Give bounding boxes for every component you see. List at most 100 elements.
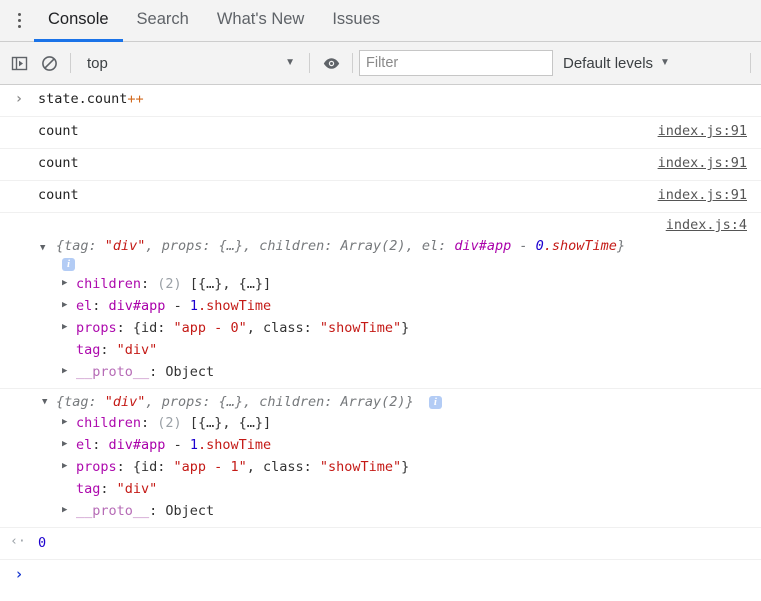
live-expression-eye-icon[interactable] xyxy=(316,48,346,78)
object-property-row[interactable]: ▶ props: {id: "app - 1", class: "showTim… xyxy=(0,456,761,478)
show-console-sidebar-icon[interactable] xyxy=(4,48,34,78)
object-property-row[interactable]: tag: "div" xyxy=(0,339,761,361)
clear-console-icon[interactable] xyxy=(34,48,64,78)
preview-sep: , xyxy=(242,238,260,254)
preview-sep: , xyxy=(242,394,260,410)
disclosure-triangle-expanded-icon[interactable]: ▼ xyxy=(40,239,45,258)
nested-obj-mid: , class: xyxy=(246,320,320,336)
toolbar-divider xyxy=(70,53,71,73)
property-separator: : xyxy=(116,459,133,475)
tab-label: Search xyxy=(136,10,189,28)
nested-obj-open: {id: xyxy=(132,459,174,475)
element-tag: div#app xyxy=(108,437,166,453)
disclosure-triangle-collapsed-icon[interactable]: ▶ xyxy=(62,274,67,293)
disclosure-triangle-collapsed-icon[interactable]: ▶ xyxy=(62,457,67,476)
prompt-chevron-icon: › xyxy=(14,565,24,583)
preview-value-tag: "div" xyxy=(104,394,146,410)
property-separator: : xyxy=(100,342,117,358)
console-log-row[interactable]: count index.js:91 xyxy=(0,117,761,149)
property-name: __proto__ xyxy=(76,364,150,380)
tab-label: Issues xyxy=(332,10,381,28)
object-preview-row[interactable]: ▼ {tag: "div", props: {…}, children: Arr… xyxy=(0,237,761,256)
property-separator: : xyxy=(141,415,158,431)
object-property-row[interactable]: tag: "div" xyxy=(0,478,761,500)
console-prompt-row[interactable]: › xyxy=(0,560,761,593)
disclosure-triangle-expanded-icon[interactable]: ▼ xyxy=(42,393,47,412)
preview-key-children: children: xyxy=(259,394,341,410)
log-levels-dropdown[interactable]: Default levels ▼ xyxy=(553,55,680,72)
element-number: 1 xyxy=(189,437,198,453)
tab-whats-new[interactable]: What's New xyxy=(203,0,319,42)
toolbar-divider xyxy=(309,53,310,73)
preview-el-number: 0 xyxy=(535,238,544,254)
object-info-badge-line: i xyxy=(0,256,761,273)
console-message-list[interactable]: › state.count++ count index.js:91 count … xyxy=(0,85,761,601)
toolbar-divider xyxy=(352,53,353,73)
array-length: (2) xyxy=(157,276,182,292)
preview-el-tag: div#app xyxy=(454,238,512,254)
property-value: Object xyxy=(165,364,215,380)
object-property-row-proto[interactable]: ▶ __proto__: Object xyxy=(0,361,761,383)
element-name: .showTime xyxy=(197,437,272,453)
element-name: .showTime xyxy=(197,298,272,314)
property-separator: : xyxy=(92,298,109,314)
property-separator: : xyxy=(149,364,166,380)
disclosure-triangle-collapsed-icon[interactable]: ▶ xyxy=(62,435,67,454)
brace-open: { xyxy=(56,394,65,410)
disclosure-triangle-collapsed-icon[interactable]: ▶ xyxy=(62,318,67,337)
tab-console[interactable]: Console xyxy=(34,0,123,42)
element-tag: div#app xyxy=(108,298,166,314)
execution-context-selector[interactable]: top ▼ xyxy=(77,50,303,76)
log-levels-label: Default levels xyxy=(563,54,654,72)
disclosure-triangle-collapsed-icon[interactable]: ▶ xyxy=(62,413,67,432)
object-preview-text: {tag: "div", props: {…}, children: Array… xyxy=(56,394,414,410)
eye-glyph xyxy=(323,57,339,69)
object-property-row[interactable]: ▶ el: div#app - 1.showTime xyxy=(0,434,761,456)
disclosure-triangle-collapsed-icon[interactable]: ▶ xyxy=(62,296,67,315)
source-link[interactable]: index.js:91 xyxy=(658,155,747,172)
object-preview-row[interactable]: ▼ {tag: "div", props: {…}, children: Arr… xyxy=(0,393,761,412)
preview-key-tag: tag: xyxy=(64,238,105,254)
object-property-row[interactable]: ▶ props: {id: "app - 0", class: "showTim… xyxy=(0,317,761,339)
disclosure-triangle-collapsed-icon[interactable]: ▶ xyxy=(62,362,67,381)
source-link[interactable]: index.js:4 xyxy=(666,217,747,234)
execution-context-value: top xyxy=(87,54,108,72)
console-log-row[interactable]: count index.js:91 xyxy=(0,181,761,213)
object-property-row-proto[interactable]: ▶ __proto__: Object xyxy=(0,500,761,522)
property-name: __proto__ xyxy=(76,503,150,519)
console-result-row: ‹· 0 xyxy=(0,528,761,560)
nested-obj-id: "app - 1" xyxy=(173,459,247,475)
preview-key-children: children: xyxy=(259,238,341,254)
info-icon[interactable]: i xyxy=(62,257,75,271)
info-icon[interactable]: i xyxy=(428,395,442,409)
input-code-main: state.count xyxy=(38,91,128,107)
nested-obj-close: } xyxy=(401,459,410,475)
property-value: [{…}, {…}] xyxy=(181,276,272,292)
preview-value-props: {…} xyxy=(218,238,243,254)
result-arrow-icon: ‹· xyxy=(10,534,26,549)
element-dash: - xyxy=(165,437,190,453)
array-length: (2) xyxy=(157,415,182,431)
preview-sep: , xyxy=(145,394,162,410)
preview-key-el: el: xyxy=(421,238,455,254)
devtools-console-panel: Console Search What's New Issues top ▼ F… xyxy=(0,0,761,601)
tab-search[interactable]: Search xyxy=(123,0,203,42)
object-property-row[interactable]: ▶ children: (2) [{…}, {…}] xyxy=(0,273,761,295)
filter-input[interactable] xyxy=(359,50,553,76)
nested-obj-class: "showTime" xyxy=(319,320,402,336)
ban-glyph xyxy=(41,55,57,71)
console-object-group: index.js:4 ▼ {tag: "div", props: {…}, ch… xyxy=(0,213,761,389)
preview-value-children: Array(2) xyxy=(340,394,406,410)
tab-issues[interactable]: Issues xyxy=(318,0,394,42)
console-input-echo-row[interactable]: › state.count++ xyxy=(0,85,761,117)
object-property-row[interactable]: ▶ el: div#app - 1.showTime xyxy=(0,295,761,317)
more-options-kebab-icon[interactable] xyxy=(4,0,34,41)
source-link[interactable]: index.js:91 xyxy=(658,123,747,140)
disclosure-triangle-collapsed-icon[interactable]: ▶ xyxy=(62,501,67,520)
console-log-row[interactable]: count index.js:91 xyxy=(0,149,761,181)
source-link[interactable]: index.js:91 xyxy=(658,187,747,204)
chevron-down-icon: ▼ xyxy=(660,57,670,68)
chevron-down-icon: ▼ xyxy=(285,57,295,68)
tab-bar: Console Search What's New Issues xyxy=(0,0,761,42)
object-property-row[interactable]: ▶ children: (2) [{…}, {…}] xyxy=(0,412,761,434)
